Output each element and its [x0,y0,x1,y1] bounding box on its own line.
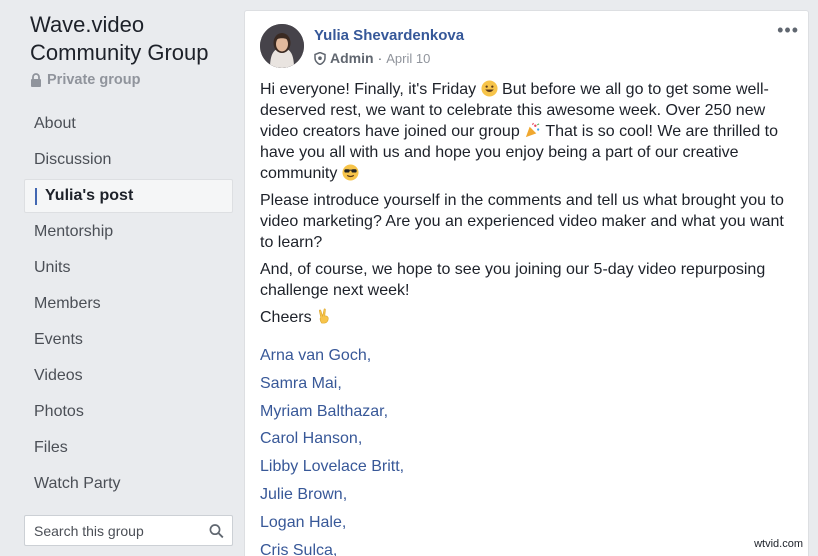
mention-link[interactable]: Libby Lovelace Britt, [260,456,404,484]
party-popper-icon [526,122,540,138]
nav-item-units[interactable]: Units [24,250,233,286]
post-body: Hi everyone! Finally, it's Friday But be… [260,79,800,334]
privacy-text: Private group [47,72,141,88]
mention-link[interactable]: Cris Sulca, [260,540,404,556]
nav-label: Watch Party [34,475,121,492]
mention-link[interactable]: Arna van Goch, [260,345,404,373]
mention-link[interactable]: Carol Hanson, [260,428,404,456]
post-paragraph: Hi everyone! Finally, it's Friday But be… [260,79,800,184]
lock-icon [31,73,41,87]
nav-item-files[interactable]: Files [24,430,233,466]
post-paragraph: And, of course, we hope to see you joini… [260,261,766,299]
victory-hand-icon [319,308,329,324]
nav-label: Yulia's post [45,187,134,204]
group-title[interactable]: Wave.video Community Group [30,11,235,67]
nav-item-photos[interactable]: Photos [24,394,233,430]
search-icon[interactable] [209,523,224,539]
mention-link[interactable]: Myriam Balthazar, [260,401,404,429]
nav-label: Events [34,331,83,348]
mention-link[interactable]: Samra Mai, [260,373,404,401]
nav-item-mentorship[interactable]: Mentorship [24,214,233,250]
privacy-label: Private group [30,72,140,88]
nav-item-videos[interactable]: Videos [24,358,233,394]
nav-label: Units [34,259,71,276]
grinning-emoji-icon [481,80,498,97]
post-text: Cheers [260,309,317,326]
nav-item-watch-party[interactable]: Watch Party [24,466,233,502]
nav-item-yulias-post[interactable]: Yulia's post [24,179,233,213]
sunglasses-emoji-icon [342,164,359,181]
mention-link[interactable]: Logan Hale, [260,512,404,540]
nav-label: Discussion [34,151,112,168]
post-text: Hi everyone! Finally, it's Friday [260,81,481,98]
nav-label: About [34,115,76,132]
post-paragraph: Please introduce yourself in the comment… [260,192,784,251]
nav-label: Members [34,295,101,312]
mention-list: Arna van Goch, Samra Mai, Myriam Balthaz… [260,345,404,556]
post-date[interactable]: April 10 [386,51,430,66]
watermark: wtvid.com [751,537,806,551]
group-sidebar: Wave.video Community Group Private group… [0,0,240,556]
nav-item-about[interactable]: About [24,106,233,142]
group-nav: About Discussion Yulia's post Mentorship… [24,106,233,502]
nav-label: Videos [34,367,83,384]
admin-badge: Admin [330,50,374,66]
post-meta: Admin · April 10 [314,50,430,66]
more-options-icon[interactable]: ••• [777,21,799,39]
nav-label: Mentorship [34,223,114,240]
nav-item-events[interactable]: Events [24,322,233,358]
nav-item-discussion[interactable]: Discussion [24,142,233,178]
admin-shield-icon [314,51,326,65]
nav-item-members[interactable]: Members [24,286,233,322]
nav-label: Photos [34,403,84,420]
post-author[interactable]: Yulia Shevardenkova [314,27,464,44]
group-search[interactable] [24,515,233,546]
post-paragraph: Cheers [260,307,800,328]
mention-link[interactable]: Julie Brown, [260,484,404,512]
avatar[interactable] [260,24,304,68]
post-card: Yulia Shevardenkova Admin · April 10 •••… [244,10,809,556]
nav-label: Files [34,439,68,456]
separator-dot: · [377,50,383,66]
search-input[interactable] [34,522,210,539]
